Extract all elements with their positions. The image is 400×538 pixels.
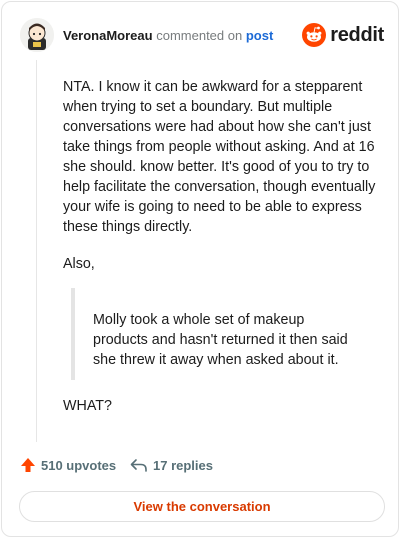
view-conversation-button[interactable]: View the conversation: [19, 491, 385, 522]
comment-paragraph-3: WHAT?: [63, 398, 112, 414]
reddit-alien-icon: [302, 23, 327, 47]
thread-line: [36, 60, 37, 442]
quote-text: Molly took a whole set of makeup product…: [93, 312, 348, 368]
comment-meta: VeronaMoreau commented on post: [63, 28, 273, 43]
user-avatar[interactable]: [20, 18, 54, 52]
reply-arrow-icon: [130, 459, 147, 472]
comment-card: VeronaMoreau commented on post reddit NT…: [1, 1, 399, 537]
comment-paragraph-1: NTA. I know it can be awkward for a step…: [63, 79, 376, 235]
post-link[interactable]: post: [246, 28, 273, 43]
comment-paragraph-2: Also,: [63, 256, 95, 272]
comment-actions: 510 upvotes 17 replies: [20, 457, 380, 477]
replies-count: 17 replies: [153, 457, 213, 473]
reddit-logo[interactable]: reddit: [302, 22, 384, 48]
blockquote: Molly took a whole set of makeup product…: [71, 288, 383, 380]
avatar-icon: [20, 18, 54, 52]
author-name[interactable]: VeronaMoreau: [63, 28, 153, 43]
upvote-arrow-icon: [21, 458, 35, 472]
upvote-button[interactable]: 510 upvotes: [20, 457, 116, 473]
commented-on-label: commented on: [156, 28, 243, 43]
reddit-wordmark: reddit: [330, 23, 384, 46]
replies-button[interactable]: 17 replies: [130, 457, 213, 473]
upvote-count: 510 upvotes: [41, 457, 117, 473]
comment-header: VeronaMoreau commented on post reddit: [20, 16, 384, 56]
